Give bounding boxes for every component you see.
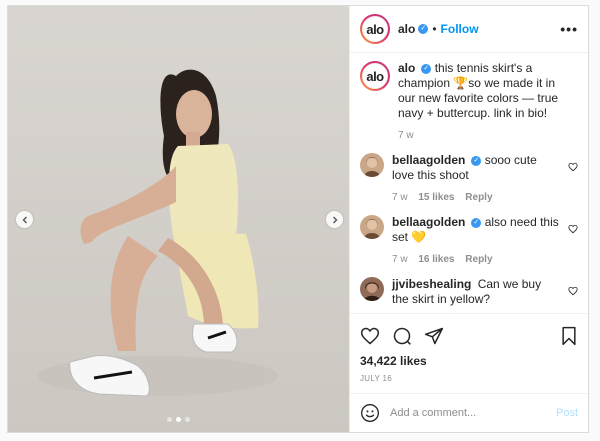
comment-body: jjvibeshealing Can we buy the skirt in y… (392, 277, 578, 307)
comment-row: jjvibeshealing Can we buy the skirt in y… (360, 277, 578, 307)
avatar-logo: alo (362, 63, 388, 89)
avatar-photo (360, 215, 384, 239)
heart-icon (360, 327, 380, 345)
carousel-next-button[interactable] (326, 211, 343, 228)
paper-plane-icon (424, 327, 444, 345)
comment-button[interactable] (392, 326, 412, 346)
verified-badge-icon: ✓ (418, 24, 429, 34)
comment-likes[interactable]: 15 likes (418, 192, 454, 203)
smiley-icon (361, 404, 379, 422)
caption-username[interactable]: alo (398, 61, 415, 75)
like-comment-icon[interactable] (568, 286, 578, 296)
add-comment-bar: Post (350, 393, 588, 432)
comment-body: bellaagolden ✓ also need this set 💛 7 w 1… (392, 215, 578, 267)
commenter-avatar[interactable] (360, 215, 384, 239)
emoji-button[interactable] (360, 403, 380, 423)
avatar-photo (360, 153, 384, 177)
post-date[interactable]: July 16 (360, 374, 578, 383)
share-button[interactable] (424, 326, 444, 346)
caption-body: alo ✓ this tennis skirt's a champion 🏆so … (398, 61, 578, 143)
reply-button[interactable]: Reply (465, 192, 492, 203)
like-comment-icon[interactable] (568, 224, 578, 234)
caption-meta: 7 w (398, 128, 560, 143)
commenter-avatar[interactable] (360, 153, 384, 177)
verified-badge-icon: ✓ (471, 155, 482, 166)
comment-input[interactable] (388, 406, 556, 420)
comment-body: bellaagolden ✓ sooo cute love this shoot … (392, 153, 578, 205)
comment-username[interactable]: jjvibeshealing (392, 277, 471, 291)
post-comment-button[interactable]: Post (556, 407, 578, 419)
like-count[interactable]: 34,422 likes (360, 354, 578, 368)
caption-avatar[interactable]: alo (360, 61, 390, 91)
post-frame: alo alo ✓ • Follow ••• alo alo ✓ this ten… (7, 5, 589, 433)
more-options-icon[interactable]: ••• (560, 21, 578, 37)
comment-likes[interactable]: 16 likes (418, 254, 454, 265)
verified-badge-icon: ✓ (421, 63, 432, 74)
post-header: alo alo ✓ • Follow ••• (350, 6, 588, 53)
caption-time[interactable]: 7 w (398, 130, 414, 141)
carousel-dot-active (176, 417, 181, 422)
comment-time[interactable]: 7 w (392, 192, 408, 203)
comment-time[interactable]: 7 w (392, 254, 408, 265)
carousel-prev-button[interactable] (16, 211, 33, 228)
action-icons (360, 322, 578, 350)
separator-dot: • (432, 22, 437, 36)
comment-row: bellaagolden ✓ sooo cute love this shoot … (360, 153, 578, 205)
commenter-avatar[interactable] (360, 277, 384, 301)
avatar-logo: alo (362, 16, 388, 42)
bookmark-icon (562, 326, 576, 346)
post-author[interactable]: alo (398, 22, 415, 36)
comment-meta: 7 w 15 likes Reply (392, 190, 560, 205)
like-comment-icon[interactable] (568, 162, 578, 172)
comments-section: alo alo ✓ this tennis skirt's a champion … (350, 53, 588, 313)
post-photo[interactable] (8, 6, 349, 432)
reply-button[interactable]: Reply (465, 254, 492, 265)
save-button[interactable] (560, 326, 578, 346)
caption: alo alo ✓ this tennis skirt's a champion … (360, 61, 578, 143)
chevron-right-icon (332, 216, 337, 223)
follow-button[interactable]: Follow (441, 22, 479, 36)
comment-row: bellaagolden ✓ also need this set 💛 7 w 1… (360, 215, 578, 267)
comment-meta: 7 w 16 likes Reply (392, 252, 560, 267)
comment-username[interactable]: bellaagolden (392, 215, 465, 229)
avatar-photo (360, 277, 384, 301)
verified-badge-icon: ✓ (471, 217, 482, 228)
chevron-left-icon (22, 216, 27, 223)
carousel-indicator (8, 417, 349, 422)
avatar[interactable]: alo (360, 14, 390, 44)
comment-username[interactable]: bellaagolden (392, 153, 465, 167)
post-actions: 34,422 likes July 16 (350, 313, 588, 383)
carousel-dot (167, 417, 172, 422)
post-sidebar: alo alo ✓ • Follow ••• alo alo ✓ this ten… (349, 6, 588, 432)
carousel-dot (185, 417, 190, 422)
photo-scene (8, 6, 349, 432)
like-button[interactable] (360, 326, 380, 346)
comment-bubble-icon (393, 327, 411, 345)
